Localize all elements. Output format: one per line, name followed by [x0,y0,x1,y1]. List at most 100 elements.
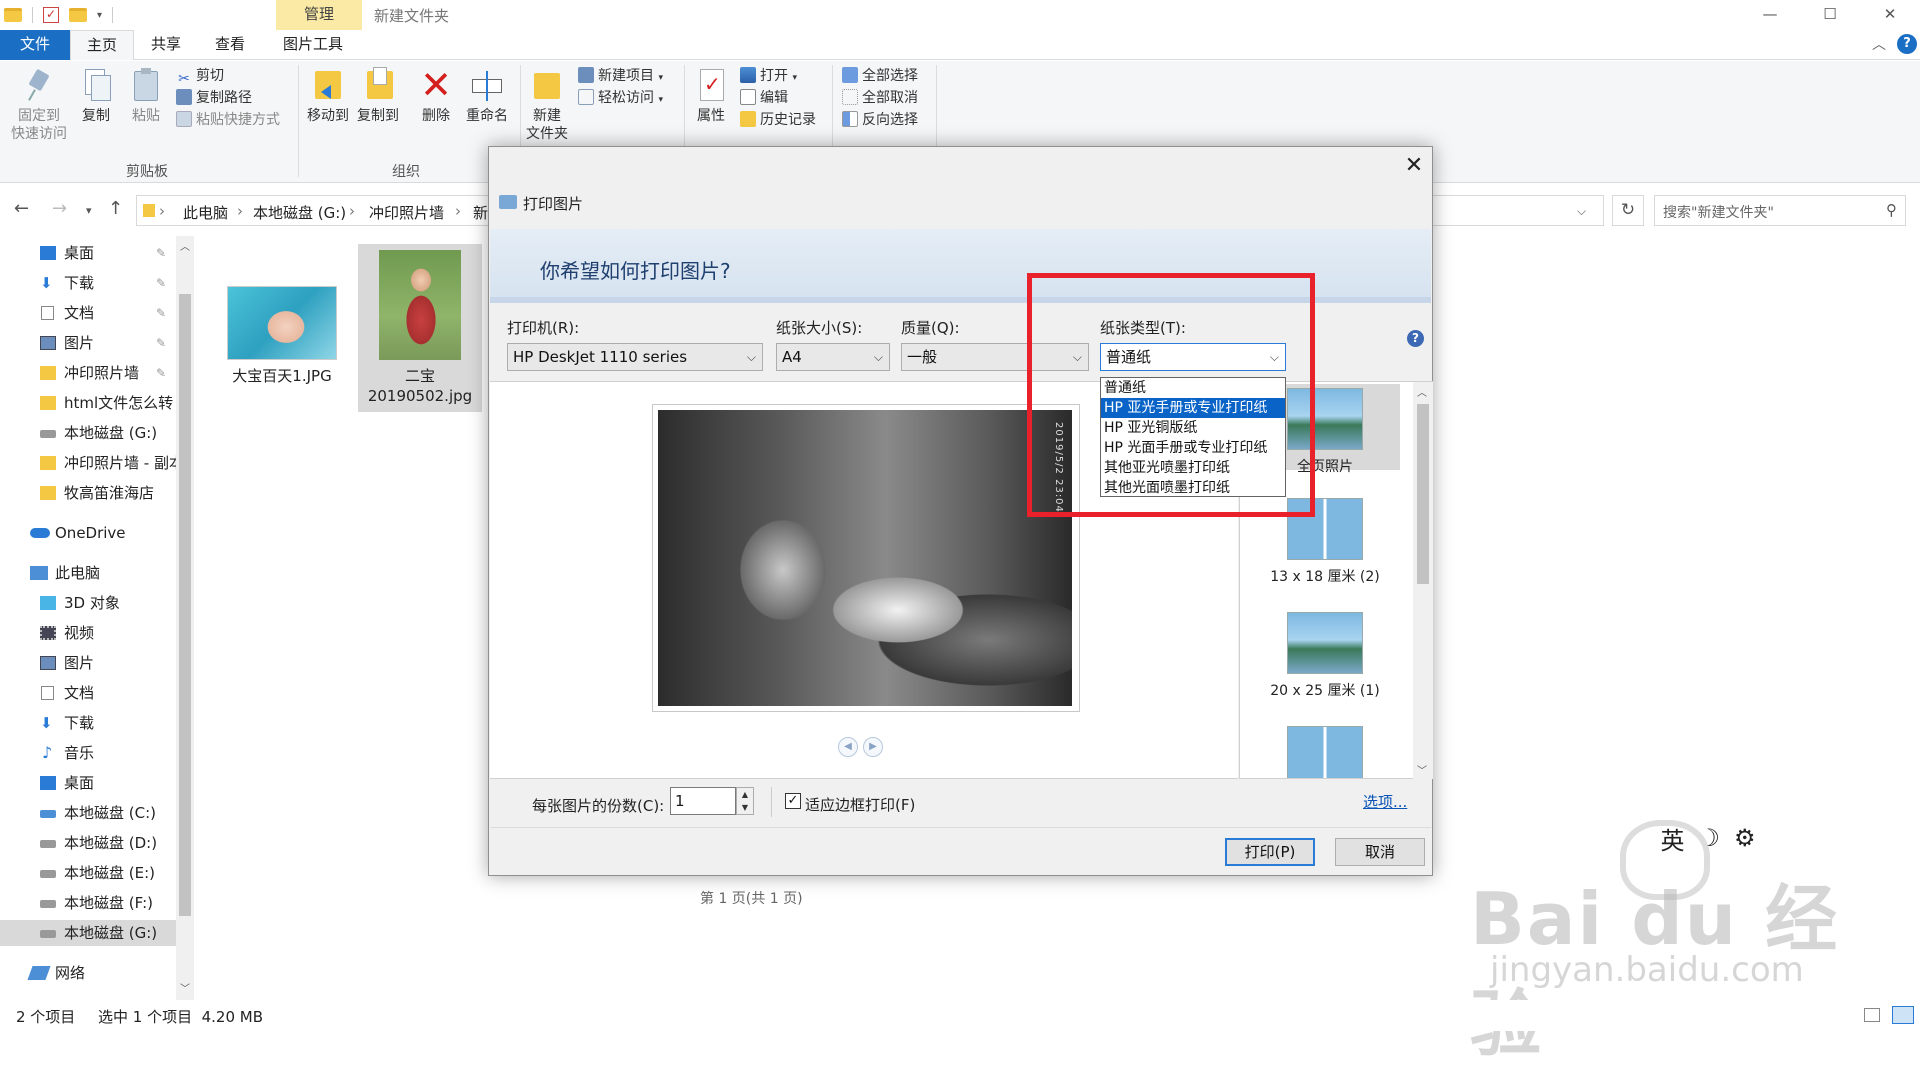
tab-picture-tools[interactable]: 图片工具 [270,30,356,60]
next-page-icon[interactable]: ▶ [863,737,883,757]
scroll-up-icon[interactable]: ︿ [180,238,190,253]
move-to-button[interactable]: 移动到 [304,67,352,125]
paste-button[interactable]: 粘贴 [124,67,168,125]
pin-icon[interactable]: ✎ [156,360,166,386]
layout-scrollbar[interactable]: ︿ ﹀ [1413,382,1433,779]
properties-check-icon[interactable]: ✓ [43,7,59,23]
copy-button[interactable]: 复制 [74,67,118,125]
forward-arrow-icon[interactable]: → [52,198,67,219]
new-folder-button[interactable]: 新建 文件夹 [526,67,568,143]
breadcrumb-drive-g[interactable]: 本地磁盘 (G:) [253,202,346,223]
minimize-button[interactable]: — [1740,0,1800,30]
new-folder-icon[interactable] [69,8,87,22]
copy-to-button[interactable]: 复制到 [354,67,402,125]
sidebar-item-music[interactable]: ♪ 音乐 [0,740,176,766]
manage-tab-header[interactable]: 管理 [276,0,362,30]
recent-locations-icon[interactable]: ▾ [86,204,92,217]
edit-button[interactable]: 编辑 [740,87,788,109]
rename-button[interactable]: 重命名 [462,67,512,125]
sidebar-item-documents[interactable]: 文档 ✎ [0,300,176,326]
details-view-icon[interactable] [1864,1008,1880,1022]
open-button[interactable]: 打开 ▾ [740,65,797,87]
file-item[interactable]: 大宝百天1.JPG [222,286,342,386]
pin-icon[interactable]: ✎ [156,300,166,326]
nav-scrollbar[interactable]: ︿ ﹀ [176,236,194,1000]
cut-button[interactable]: ✂ 剪切 [176,65,224,87]
scroll-up-icon[interactable]: ︿ [1417,384,1427,399]
breadcrumb-new-folder[interactable]: 新 [473,202,488,223]
up-arrow-icon[interactable]: ↑ [108,198,123,219]
pin-icon[interactable]: ✎ [156,330,166,356]
options-link[interactable]: 选项... [1363,791,1407,812]
sidebar-item-html-folder[interactable]: html文件怎么转 [0,390,176,416]
previous-page-icon[interactable]: ◀ [838,737,858,757]
dialog-close-button[interactable]: ✕ [1399,151,1429,181]
cancel-button[interactable]: 取消 [1335,838,1425,866]
printer-select[interactable]: HP DeskJet 1110 series ⌵ [507,343,763,371]
copies-input[interactable]: 1 [670,787,736,815]
customize-qat-icon[interactable]: ▾ [97,10,102,21]
easy-access-button[interactable]: 轻松访问 ▾ [578,87,663,109]
sidebar-item-drive-f[interactable]: 本地磁盘 (F:) [0,890,176,916]
scrollbar-thumb[interactable] [1417,404,1429,584]
scrollbar-thumb[interactable] [179,294,191,916]
tab-share[interactable]: 共享 [134,30,198,60]
sidebar-item-desktop[interactable]: 桌面 ✎ [0,240,176,266]
properties-button[interactable]: ✓ 属性 [690,67,732,125]
chevron-up-icon[interactable]: ︿ [1872,34,1886,54]
sidebar-item-onedrive[interactable]: OneDrive [0,520,176,546]
sidebar-item-mugaodi[interactable]: 牧高笛淮海店 [0,480,176,506]
sidebar-item-3d-objects[interactable]: 3D 对象 [0,590,176,616]
file-item-selected[interactable]: 二宝 20190502.jpg [358,244,482,412]
pin-quick-access-button[interactable]: 固定到 快速访问 [8,67,70,143]
sidebar-item-pictures[interactable]: 图片 ✎ [0,330,176,356]
breadcrumb-this-pc[interactable]: 此电脑 [183,202,228,223]
sidebar-item-photo-wall-copy[interactable]: 冲印照片墙 - 副本 [0,450,176,476]
sidebar-item-downloads[interactable]: ⬇ 下载 ✎ [0,270,176,296]
sidebar-item-drive-e[interactable]: 本地磁盘 (E:) [0,860,176,886]
paste-shortcut-button[interactable]: 粘贴快捷方式 [176,109,280,131]
chevron-down-icon[interactable]: ⌵ [1577,204,1586,219]
breadcrumb-photo-wall[interactable]: 冲印照片墙 [369,202,444,223]
sidebar-item-photo-wall[interactable]: 冲印照片墙 ✎ [0,360,176,386]
close-button[interactable]: ✕ [1860,0,1920,30]
sidebar-item-drive-c[interactable]: 本地磁盘 (C:) [0,800,176,826]
copies-stepper[interactable]: ▲ ▼ [736,787,754,815]
fit-frame-checkbox[interactable]: ✓ [785,793,801,809]
scroll-down-icon[interactable]: ﹀ [180,980,190,995]
back-arrow-icon[interactable]: ← [14,198,29,219]
scroll-down-icon[interactable]: ﹀ [1417,762,1427,777]
pin-icon[interactable]: ✎ [156,270,166,296]
copy-path-button[interactable]: 复制路径 [176,87,252,109]
sidebar-item-this-pc[interactable]: 此电脑 [0,560,176,586]
sidebar-item-documents-pc[interactable]: 文档 [0,680,176,706]
stepper-down-icon[interactable]: ▼ [737,801,753,814]
new-item-button[interactable]: 新建项目 ▾ [578,65,663,87]
tab-home[interactable]: 主页 [70,30,134,60]
sidebar-item-videos[interactable]: 视频 [0,620,176,646]
sidebar-item-pictures-pc[interactable]: 图片 [0,650,176,676]
maximize-button[interactable]: ☐ [1800,0,1860,30]
sidebar-item-desktop-pc[interactable]: 桌面 [0,770,176,796]
print-button[interactable]: 打印(P) [1225,838,1315,866]
sidebar-item-network[interactable]: 网络 [0,960,176,986]
search-input[interactable]: 搜索"新建文件夹" ⚲ [1654,195,1906,226]
large-icons-view-icon[interactable] [1892,1006,1914,1024]
layout-more[interactable] [1250,726,1400,778]
help-icon[interactable]: ? [1897,34,1917,54]
tab-file[interactable]: 文件 [0,30,70,60]
sidebar-item-drive-g-quick[interactable]: 本地磁盘 (G:) [0,420,176,446]
tab-view[interactable]: 查看 [198,30,262,60]
stepper-up-icon[interactable]: ▲ [737,788,753,801]
paper-size-select[interactable]: A4 ⌵ [776,343,890,371]
invert-selection-button[interactable]: 反向选择 [842,109,918,131]
history-button[interactable]: 历史记录 [740,109,816,131]
sidebar-item-drive-d[interactable]: 本地磁盘 (D:) [0,830,176,856]
refresh-icon[interactable]: ↻ [1612,195,1644,226]
help-icon[interactable]: ? [1407,330,1424,347]
pin-icon[interactable]: ✎ [156,240,166,266]
select-none-button[interactable]: 全部取消 [842,87,918,109]
delete-button[interactable]: ✕ 删除 [414,66,458,125]
select-all-button[interactable]: 全部选择 [842,65,918,87]
sidebar-item-downloads-pc[interactable]: ⬇ 下载 [0,710,176,736]
